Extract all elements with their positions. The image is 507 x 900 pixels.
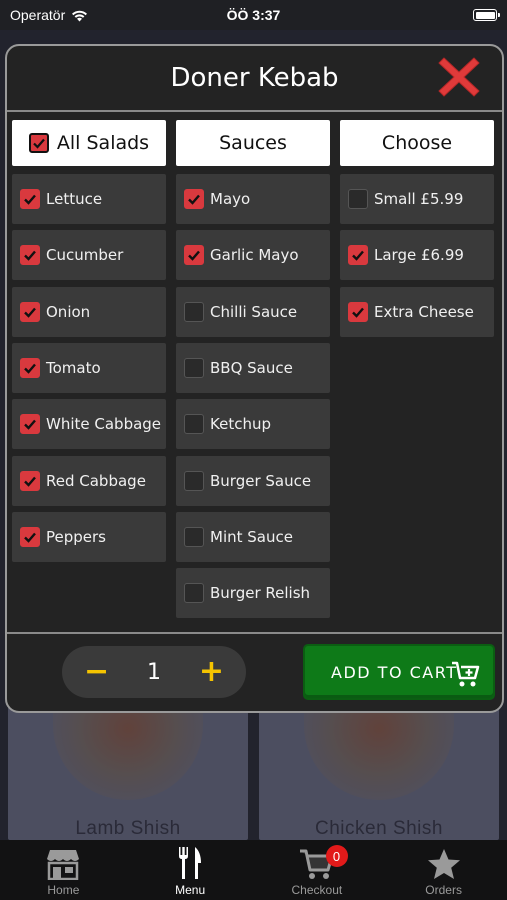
checkbox-unchecked[interactable] <box>184 302 204 322</box>
option-mint-sauce[interactable]: Mint Sauce <box>176 512 330 562</box>
add-to-cart-icon <box>452 661 480 687</box>
option-ketchup[interactable]: Ketchup <box>176 399 330 449</box>
checkbox-unchecked[interactable] <box>184 583 204 603</box>
tab-checkout[interactable]: 0 Checkout <box>254 840 381 900</box>
tab-home[interactable]: Home <box>0 840 127 900</box>
option-burger-sauce[interactable]: Burger Sauce <box>176 456 330 506</box>
tab-menu[interactable]: Menu <box>127 840 254 900</box>
option-label: Mint Sauce <box>210 528 293 546</box>
checkbox-checked[interactable] <box>184 189 204 209</box>
checkbox-checked[interactable] <box>20 245 40 265</box>
option-label: Mayo <box>210 190 251 208</box>
option-label: Chilli Sauce <box>210 303 298 321</box>
tab-orders[interactable]: Orders <box>380 840 507 900</box>
checkbox-unchecked[interactable] <box>184 527 204 547</box>
option-mayo[interactable]: Mayo <box>176 174 330 224</box>
checkbox-all-salads[interactable] <box>28 133 49 153</box>
option-cucumber[interactable]: Cucumber <box>12 230 166 280</box>
status-left: Operatör <box>10 7 180 23</box>
status-right <box>327 9 500 21</box>
option-peppers[interactable]: Peppers <box>12 512 166 562</box>
star-icon <box>427 849 460 879</box>
checkbox-unchecked[interactable] <box>348 189 368 209</box>
cart-count-badge: 0 <box>325 845 348 867</box>
option-label: BBQ Sauce <box>210 359 293 377</box>
option-label: Onion <box>46 303 91 321</box>
tab-label: Orders <box>425 883 462 897</box>
tab-label: Menu <box>175 883 206 897</box>
modal-title: Doner Kebab <box>170 63 339 93</box>
checkbox-checked[interactable] <box>20 527 40 547</box>
header-choose: Choose <box>340 120 494 166</box>
checkbox-unchecked[interactable] <box>184 414 204 434</box>
option-bbq-sauce[interactable]: BBQ Sauce <box>176 343 330 393</box>
option-tomato[interactable]: Tomato <box>12 343 166 393</box>
store-icon <box>47 850 80 880</box>
header-sauces: Sauces <box>176 120 330 166</box>
checkbox-checked[interactable] <box>184 245 204 265</box>
item-options-modal: Doner Kebab All Salads Sauces Choose Let… <box>5 44 504 713</box>
option-label: Red Cabbage <box>46 472 146 490</box>
option-label: White Cabbage <box>46 415 162 433</box>
option-extra-cheese[interactable]: Extra Cheese <box>340 287 494 337</box>
option-label: Ketchup <box>210 415 271 433</box>
tab-bar: Home Menu 0 Checkout Orders <box>0 840 507 900</box>
battery-icon <box>473 9 500 21</box>
checkbox-checked[interactable] <box>20 471 40 491</box>
option-label: Peppers <box>46 528 106 546</box>
option-label: Lettuce <box>46 190 103 208</box>
tab-label: Checkout <box>291 883 343 897</box>
checkbox-unchecked[interactable] <box>184 358 204 378</box>
close-icon[interactable] <box>436 54 482 100</box>
add-to-cart-label: ADD TO CART <box>331 662 458 682</box>
option-label: Cucumber <box>46 246 124 264</box>
checkbox-checked[interactable] <box>348 302 368 322</box>
checkbox-checked[interactable] <box>20 302 40 322</box>
option-lettuce[interactable]: Lettuce <box>12 174 166 224</box>
option-label: Garlic Mayo <box>210 246 299 264</box>
decrease-quantity-button[interactable]: − <box>84 657 109 687</box>
increase-quantity-button[interactable]: + <box>199 657 224 687</box>
option-red-cabbage[interactable]: Red Cabbage <box>12 456 166 506</box>
option-label: Tomato <box>46 359 101 377</box>
option-white-cabbage[interactable]: White Cabbage <box>12 399 166 449</box>
option-burger-relish[interactable]: Burger Relish <box>176 568 330 618</box>
add-to-cart-button[interactable]: ADD TO CART <box>303 644 495 700</box>
option-onion[interactable]: Onion <box>12 287 166 337</box>
header-label: Sauces <box>219 132 287 154</box>
option-garlic-mayo[interactable]: Garlic Mayo <box>176 230 330 280</box>
tab-label: Home <box>47 883 80 897</box>
status-time: ÖÖ 3:37 <box>226 7 281 23</box>
header-label: All Salads <box>56 132 150 154</box>
option-label: Burger Sauce <box>210 472 312 490</box>
modal-header: Doner Kebab <box>7 46 502 112</box>
checkbox-unchecked[interactable] <box>184 471 204 491</box>
checkbox-checked[interactable] <box>20 189 40 209</box>
status-bar: Operatör ÖÖ 3:37 <box>0 0 507 30</box>
option-label: Burger Relish <box>210 584 311 602</box>
header-all-salads[interactable]: All Salads <box>12 120 166 166</box>
option-label: Large £6.99 <box>374 246 464 264</box>
quantity-value: 1 <box>147 659 161 685</box>
quantity-stepper: − 1 + <box>62 646 246 698</box>
carrier-name: Operatör <box>10 7 66 23</box>
fork-knife-icon <box>179 847 202 879</box>
option-large-6-99[interactable]: Large £6.99 <box>340 230 494 280</box>
wifi-icon <box>72 10 88 21</box>
checkbox-checked[interactable] <box>20 414 40 434</box>
footer-divider <box>7 632 502 634</box>
checkbox-checked[interactable] <box>348 245 368 265</box>
option-small-5-99[interactable]: Small £5.99 <box>340 174 494 224</box>
option-chilli-sauce[interactable]: Chilli Sauce <box>176 287 330 337</box>
option-label: Small £5.99 <box>374 190 464 208</box>
checkbox-checked[interactable] <box>20 358 40 378</box>
option-label: Extra Cheese <box>374 303 474 321</box>
header-label: Choose <box>381 132 453 154</box>
